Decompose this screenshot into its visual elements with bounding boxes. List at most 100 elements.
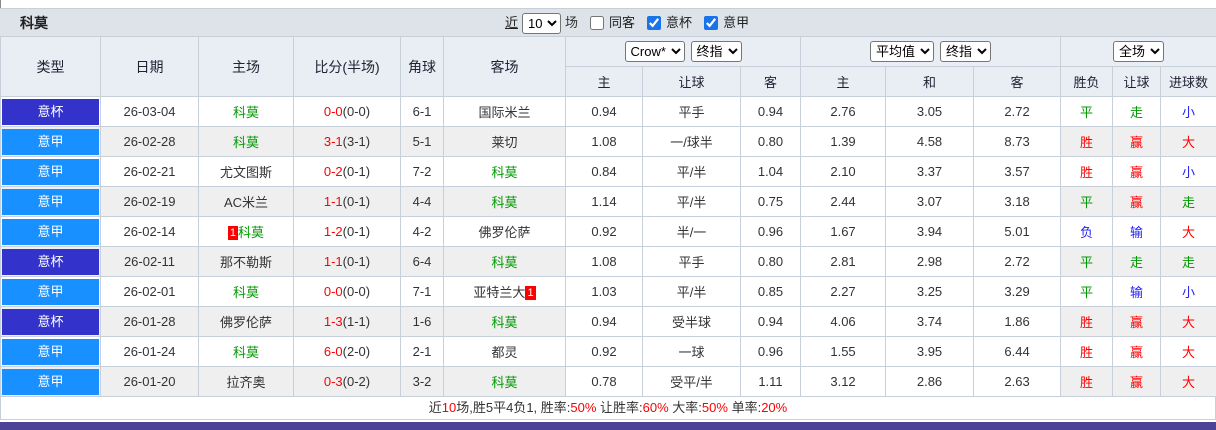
result-outcome: 平 — [1060, 186, 1114, 217]
avg-draw-odds: 3.95 — [885, 336, 975, 367]
crow-away-odds: 0.80 — [739, 246, 802, 277]
title-bar: 科莫 近 10 场 同客 意杯 意甲 — [0, 8, 1216, 36]
team-name-link[interactable]: 科莫 — [491, 255, 517, 270]
avg-away-odds: 3.57 — [973, 156, 1062, 187]
away-team: 科莫 — [443, 156, 566, 187]
score-cell: 0-0(0-0) — [293, 276, 401, 307]
avg-away-odds: 5.01 — [973, 216, 1062, 247]
team-name-link[interactable]: 莱切 — [491, 135, 517, 150]
avg-home-odds: 2.81 — [800, 246, 887, 277]
matches-suffix-label: 场 — [565, 15, 579, 30]
crow-away-odds: 1.04 — [739, 156, 802, 187]
result-handicap: 赢 — [1112, 156, 1162, 187]
bookmaker-select[interactable]: Crow* — [624, 41, 685, 62]
team-name-link[interactable]: 佛罗伦萨 — [478, 225, 530, 240]
team-name-link[interactable]: 科莫 — [233, 285, 259, 300]
crow-stage-select[interactable]: 终指 — [690, 41, 742, 62]
half-time-score: (0-0) — [342, 104, 371, 119]
avg-draw-odds: 3.07 — [885, 186, 975, 217]
team-name-link[interactable]: 亚特兰大 — [473, 285, 525, 300]
avg-home-odds: 1.67 — [800, 216, 887, 247]
team-name-link[interactable]: 拉齐奥 — [226, 375, 265, 390]
score-cell: 6-0(2-0) — [293, 336, 401, 367]
team-name-link[interactable]: 国际米兰 — [478, 105, 530, 120]
result-outcome: 胜 — [1060, 366, 1114, 397]
result-goals: 大 — [1160, 366, 1216, 397]
team-name-link[interactable]: 科莫 — [233, 105, 259, 120]
scope-header-group: 全场 — [1060, 36, 1216, 67]
scope-select[interactable]: 全场 — [1113, 41, 1165, 62]
avg-draw-odds: 2.86 — [885, 366, 975, 397]
avg-home-odds: 2.27 — [800, 276, 887, 307]
team-name-link[interactable]: AC米兰 — [224, 195, 268, 210]
team-name-link[interactable]: 科莫 — [491, 165, 517, 180]
crow-handicap: 平手 — [642, 96, 741, 127]
crow-away-odds: 0.96 — [739, 336, 802, 367]
competition-type-badge: 意甲 — [2, 368, 99, 395]
competition-type-badge: 意甲 — [2, 158, 99, 185]
competition-type-badge: 意甲 — [2, 218, 99, 245]
result-handicap: 走 — [1112, 96, 1162, 127]
team-name-link[interactable]: 尤文图斯 — [220, 165, 272, 180]
near-link[interactable]: 近 — [505, 9, 518, 37]
competition-type-badge: 意甲 — [2, 278, 99, 305]
full-time-score: 6-0 — [323, 344, 343, 359]
promotion-badge: 1 — [227, 226, 239, 240]
subheader-handicap-result: 让球 — [1112, 66, 1162, 97]
subheader-goals-result: 进球数 — [1160, 66, 1216, 97]
col-header-corners: 角球 — [400, 36, 444, 97]
corner-cell: 7-2 — [400, 156, 444, 187]
team-name-link[interactable]: 科莫 — [491, 195, 517, 210]
table-row: 意甲 26-01-20 拉齐奥 0-3(0-2) 3-2 科莫 0.78 受平/… — [0, 366, 1216, 397]
half-time-score: (0-1) — [342, 164, 371, 179]
date-cell: 26-02-28 — [100, 126, 199, 157]
table-row: 意杯 26-02-11 那不勒斯 1-1(0-1) 6-4 科莫 1.08 平手… — [0, 246, 1216, 277]
team-name-link[interactable]: 科莫 — [233, 135, 259, 150]
date-cell: 26-01-24 — [100, 336, 199, 367]
serie-a-checkbox[interactable] — [704, 16, 719, 30]
score-cell: 0-2(0-1) — [293, 156, 401, 187]
result-goals: 走 — [1160, 186, 1216, 217]
away-team: 科莫 — [443, 366, 566, 397]
col-header-type: 类型 — [0, 36, 101, 97]
crow-home-odds: 0.92 — [565, 216, 643, 247]
crow-away-odds: 0.96 — [739, 216, 802, 247]
team-name-link[interactable]: 科莫 — [491, 375, 517, 390]
result-handicap: 赢 — [1112, 306, 1162, 337]
date-cell: 26-02-21 — [100, 156, 199, 187]
team-name-link[interactable]: 科莫 — [238, 225, 264, 240]
average-select[interactable]: 平均值 — [870, 41, 935, 62]
corner-cell: 5-1 — [400, 126, 444, 157]
same-away-checkbox[interactable] — [590, 16, 605, 30]
avg-home-odds: 4.06 — [800, 306, 887, 337]
full-time-score: 1-3 — [323, 314, 343, 329]
table-row: 意甲 26-02-14 1 科莫 1-2(0-1) 4-2 佛罗伦萨 0.92 半… — [0, 216, 1216, 247]
crow-home-odds: 0.94 — [565, 96, 643, 127]
score-cell: 0-3(0-2) — [293, 366, 401, 397]
subheader-avg-away: 客 — [973, 66, 1062, 97]
team-name-link[interactable]: 科莫 — [491, 315, 517, 330]
home-team: 科莫 — [198, 276, 294, 307]
average-stage-select[interactable]: 终指 — [940, 41, 992, 62]
italy-cup-checkbox[interactable] — [647, 16, 662, 30]
full-time-score: 0-0 — [323, 284, 343, 299]
col-header-date: 日期 — [100, 36, 199, 97]
team-name-link[interactable]: 都灵 — [491, 345, 517, 360]
subheader-crow-away: 客 — [739, 66, 802, 97]
full-time-score: 1-1 — [323, 194, 343, 209]
avg-home-odds: 1.39 — [800, 126, 887, 157]
team-name-link[interactable]: 那不勒斯 — [220, 255, 272, 270]
avg-away-odds: 6.44 — [973, 336, 1062, 367]
date-cell: 26-02-14 — [100, 216, 199, 247]
average-header-group: 平均值 终指 — [800, 36, 1062, 67]
avg-away-odds: 3.18 — [973, 186, 1062, 217]
crow-away-odds: 0.94 — [739, 96, 802, 127]
avg-draw-odds: 3.25 — [885, 276, 975, 307]
full-time-score: 0-2 — [323, 164, 343, 179]
team-name-link[interactable]: 科莫 — [233, 345, 259, 360]
result-outcome: 平 — [1060, 276, 1114, 307]
team-name-link[interactable]: 佛罗伦萨 — [220, 315, 272, 330]
avg-draw-odds: 3.74 — [885, 306, 975, 337]
crow-home-odds: 0.92 — [565, 336, 643, 367]
match-count-select[interactable]: 10 — [522, 12, 562, 34]
